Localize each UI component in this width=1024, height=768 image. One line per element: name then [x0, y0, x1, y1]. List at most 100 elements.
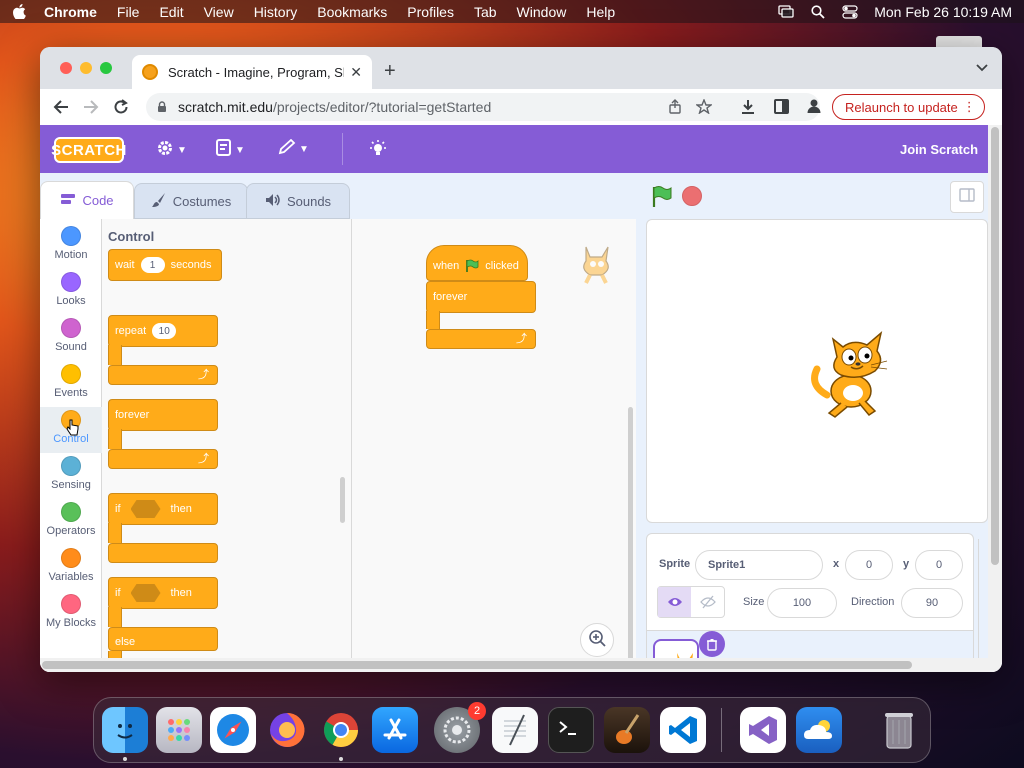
dock-chrome[interactable] [318, 707, 364, 753]
dock-textedit[interactable] [492, 707, 538, 753]
x-position-input[interactable]: 0 [845, 550, 893, 580]
category-my-blocks[interactable]: My Blocks [40, 591, 102, 637]
zoom-in-button[interactable] [580, 623, 614, 657]
stage-size-toggle-button[interactable] [950, 181, 984, 213]
menu-file[interactable]: File [117, 4, 140, 20]
apple-menu-icon[interactable] [12, 4, 26, 20]
bookmark-star-icon[interactable] [694, 98, 714, 117]
repeat-count-input[interactable]: 10 [152, 323, 177, 339]
file-menu[interactable]: ▼ [216, 139, 245, 162]
tab-costumes[interactable]: Costumes [134, 183, 248, 219]
reload-icon[interactable] [106, 92, 136, 122]
site-info-icon[interactable] [156, 101, 168, 113]
edit-menu[interactable]: ▼ [278, 138, 309, 160]
spotlight-search-icon[interactable] [810, 4, 826, 19]
dock-trash[interactable] [876, 707, 922, 753]
menu-bookmarks[interactable]: Bookmarks [317, 4, 387, 20]
close-tab-icon[interactable]: ✕ [350, 64, 362, 81]
lightbulb-theme-icon[interactable] [368, 139, 388, 159]
downloads-icon[interactable] [740, 99, 756, 120]
fullscreen-window-button[interactable] [100, 62, 112, 74]
scratch-logo[interactable]: SCRATCH [51, 137, 126, 163]
menu-edit[interactable]: Edit [159, 4, 183, 20]
when-flag-clicked-block[interactable]: when clicked [426, 245, 528, 281]
forward-icon[interactable] [76, 92, 106, 122]
if-else-block[interactable]: if then [108, 577, 218, 609]
menu-profiles[interactable]: Profiles [407, 4, 454, 20]
dock-system-settings[interactable]: 2 [434, 702, 486, 753]
screen-mirroring-icon[interactable] [778, 5, 794, 19]
back-icon[interactable] [46, 92, 76, 122]
cat-sprite[interactable] [807, 325, 897, 420]
minimize-window-button[interactable] [80, 62, 92, 74]
relaunch-to-update-button[interactable]: Relaunch to update ⋮ [832, 94, 985, 120]
join-scratch-link[interactable]: Join Scratch [900, 142, 978, 157]
dock-vscode[interactable] [660, 707, 706, 753]
category-sound[interactable]: Sound [40, 315, 102, 361]
menu-view[interactable]: View [204, 4, 234, 20]
page-vertical-scrollbar[interactable] [988, 125, 1002, 672]
share-icon[interactable] [668, 99, 682, 117]
menu-history[interactable]: History [254, 4, 298, 20]
chrome-menu-kebab-icon[interactable]: ⋮ [963, 99, 976, 115]
workspace-scrollbar[interactable] [628, 407, 633, 665]
running-indicator [339, 757, 343, 761]
condition-slot[interactable] [130, 584, 161, 602]
dock-launchpad[interactable] [156, 707, 202, 753]
dock-finder[interactable] [102, 707, 148, 753]
direction-input[interactable]: 90 [901, 588, 963, 618]
new-tab-icon[interactable]: + [384, 60, 396, 83]
y-position-input[interactable]: 0 [915, 550, 963, 580]
dock-visual-studio[interactable] [740, 707, 786, 753]
menu-tab[interactable]: Tab [474, 4, 497, 20]
green-flag-button[interactable] [650, 185, 674, 214]
wait-seconds-block[interactable]: wait 1 seconds [108, 249, 222, 281]
menu-window[interactable]: Window [517, 4, 567, 20]
page-horizontal-scrollbar[interactable] [40, 658, 988, 672]
category-operators[interactable]: Operators [40, 499, 102, 545]
menu-help[interactable]: Help [586, 4, 615, 20]
settings-gear-menu[interactable]: ▼ [156, 139, 187, 162]
dock-garageband[interactable] [604, 707, 650, 753]
tab-sounds[interactable]: Sounds [246, 183, 350, 219]
palette-scrollbar[interactable] [340, 477, 345, 523]
dock-firefox[interactable] [264, 707, 310, 753]
category-events[interactable]: Events [40, 361, 102, 407]
condition-slot[interactable] [130, 500, 161, 518]
delete-sprite-trash-icon[interactable] [699, 631, 725, 657]
menu-app-name[interactable]: Chrome [44, 4, 97, 20]
dock-safari[interactable] [210, 707, 256, 753]
category-sensing[interactable]: Sensing [40, 453, 102, 499]
stop-button[interactable] [682, 186, 702, 206]
address-bar[interactable]: scratch.mit.edu /projects/editor/?tutori… [146, 93, 820, 121]
dock-terminal[interactable] [548, 707, 594, 753]
code-workspace[interactable]: when clicked forever ⤴ [352, 219, 636, 672]
forever-loop-block[interactable]: forever [426, 281, 536, 313]
menubar-clock[interactable]: Mon Feb 26 10:19 AM [874, 4, 1012, 20]
tab-code[interactable]: Code [40, 181, 134, 219]
profile-avatar-icon[interactable] [806, 98, 822, 119]
wait-value-input[interactable]: 1 [140, 257, 165, 273]
dock-weather[interactable] [796, 707, 842, 753]
tab-search-chevron-icon[interactable] [976, 61, 988, 75]
stage-selector-edge [978, 539, 988, 672]
side-panel-icon[interactable] [774, 99, 789, 119]
stage-canvas[interactable] [646, 219, 988, 523]
close-window-button[interactable] [60, 62, 72, 74]
browser-tab-scratch[interactable]: Scratch - Imagine, Program, Sh ✕ [132, 55, 372, 89]
horizontal-scroll-thumb[interactable] [42, 661, 912, 669]
category-variables[interactable]: Variables [40, 545, 102, 591]
show-sprite-eye-icon[interactable] [658, 587, 691, 617]
category-looks[interactable]: Looks [40, 269, 102, 315]
repeat-block[interactable]: repeat 10 [108, 315, 218, 347]
url-domain: scratch.mit.edu [178, 99, 273, 115]
vertical-scroll-thumb[interactable] [991, 127, 999, 565]
forever-block[interactable]: forever [108, 399, 218, 431]
sprite-name-input[interactable]: Sprite1 [695, 550, 823, 580]
if-then-block[interactable]: if then [108, 493, 218, 525]
dock-app-store[interactable] [372, 707, 418, 753]
category-motion[interactable]: Motion [40, 223, 102, 269]
size-input[interactable]: 100 [767, 588, 837, 618]
hide-sprite-eye-slash-icon[interactable] [691, 587, 724, 617]
control-center-icon[interactable] [842, 4, 858, 19]
